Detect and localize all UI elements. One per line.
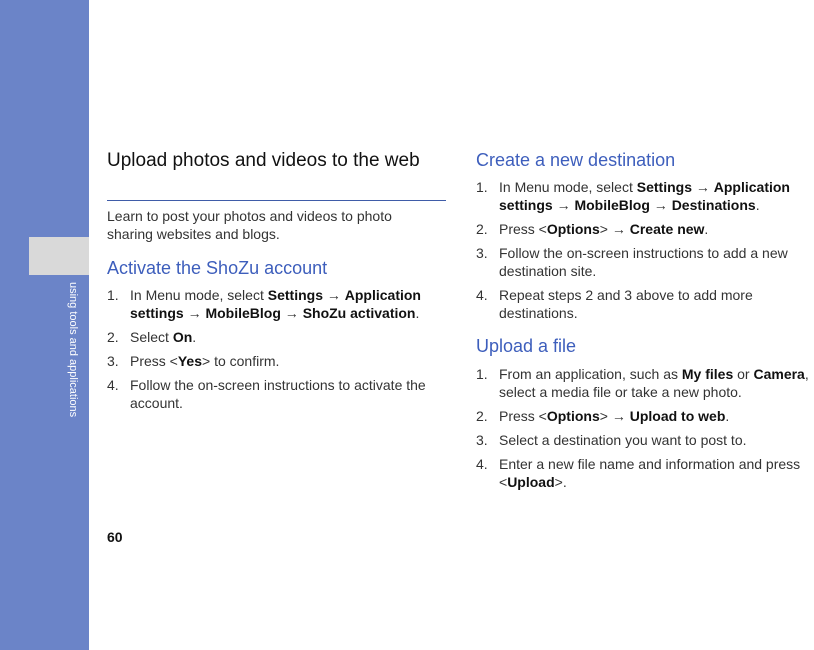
step-text: > to confirm. [202, 353, 280, 369]
step-number: 3. [476, 432, 488, 448]
step-number: 1. [476, 366, 488, 382]
chapter-tab [29, 237, 89, 275]
step-item: 3. Press <Yes> to confirm. [107, 352, 445, 370]
step-text: → [183, 305, 206, 321]
step-text: → [649, 197, 672, 213]
step-item: 2. Select On. [107, 328, 445, 346]
menu-term: Yes [177, 353, 202, 369]
step-text: Select [130, 329, 173, 345]
menu-term: Destinations [671, 197, 756, 213]
step-text: > → [599, 221, 630, 237]
step-number: 2. [107, 329, 119, 345]
menu-term: Upload [507, 474, 555, 490]
step-text: Press < [499, 221, 547, 237]
step-text: . [415, 305, 420, 321]
menu-term: On [172, 329, 193, 345]
menu-term: Camera [753, 366, 805, 382]
step-text: → [280, 305, 303, 321]
step-text: or [733, 366, 754, 382]
step-item: 3. Select a destination you want to post … [476, 431, 814, 449]
heading-create-destination: Create a new destination [476, 150, 676, 170]
step-text: → [322, 287, 345, 303]
step-text: → [691, 179, 714, 195]
menu-term: MobileBlog [205, 305, 281, 321]
step-text: In Menu mode, select [499, 179, 637, 195]
menu-term: Settings [636, 179, 692, 195]
menu-term: Options [546, 221, 600, 237]
step-number: 2. [476, 408, 488, 424]
menu-term: Options [546, 408, 600, 424]
menu-term: Create new [629, 221, 705, 237]
menu-term: ShoZu activation [302, 305, 416, 321]
menu-term: My files [681, 366, 734, 382]
step-text: . [192, 329, 197, 345]
step-text: . [725, 408, 730, 424]
step-item: 2. Press <Options> → Create new. [476, 220, 812, 238]
step-item: 1. In Menu mode, select Settings → Applic… [107, 286, 445, 322]
step-text: Press < [499, 408, 547, 424]
menu-term: Settings [267, 287, 323, 303]
step-number: 2. [476, 221, 488, 237]
step-number: 4. [107, 377, 119, 393]
menu-term: MobileBlog [574, 197, 650, 213]
step-item: 4. Repeat steps 2 and 3 above to add more… [476, 286, 812, 322]
step-item: 4. Follow the on-screen instructions to a… [107, 376, 445, 412]
title-divider [107, 200, 446, 201]
heading-upload-file: Upload a file [476, 336, 577, 356]
step-item: 1. From an application, such as My files … [476, 365, 814, 401]
step-text: Select a destination you want to post to… [499, 432, 747, 448]
upload-steps-list: 1. From an application, such as My files … [476, 365, 814, 497]
step-text: Press < [130, 353, 178, 369]
step-text: Follow the on-screen instructions to add… [499, 245, 788, 279]
step-text: Follow the on-screen instructions to act… [130, 377, 426, 411]
section-title: Upload photos and videos to the web [107, 150, 420, 171]
destination-steps-list: 1. In Menu mode, select Settings → Applic… [476, 178, 812, 328]
step-text: >. [554, 474, 567, 490]
step-item: 3. Follow the on-screen instructions to a… [476, 244, 812, 280]
step-number: 3. [476, 245, 488, 261]
step-text: . [704, 221, 709, 237]
step-number: 1. [476, 179, 488, 195]
step-text: In Menu mode, select [130, 287, 268, 303]
step-text: . [755, 197, 760, 213]
menu-term: Upload to web [629, 408, 726, 424]
section-intro: Learn to post your photos and videos to … [107, 208, 392, 242]
step-number: 4. [476, 287, 488, 303]
step-text: > → [599, 408, 630, 424]
step-item: 2. Press <Options> → Upload to web. [476, 407, 814, 425]
step-text: → [552, 197, 575, 213]
chapter-label: using tools and applications [67, 282, 79, 418]
step-text: From an application, such as [499, 366, 682, 382]
step-text: Repeat steps 2 and 3 above to add more d… [499, 287, 753, 321]
page-number: 60 [107, 529, 123, 545]
activate-steps-list: 1. In Menu mode, select Settings → Applic… [107, 286, 445, 418]
step-number: 1. [107, 287, 119, 303]
heading-activate-shozu: Activate the ShoZu account [107, 258, 328, 278]
step-item: 4. Enter a new file name and information … [476, 455, 814, 491]
step-item: 1. In Menu mode, select Settings → Applic… [476, 178, 812, 214]
step-number: 3. [107, 353, 119, 369]
step-number: 4. [476, 456, 488, 472]
